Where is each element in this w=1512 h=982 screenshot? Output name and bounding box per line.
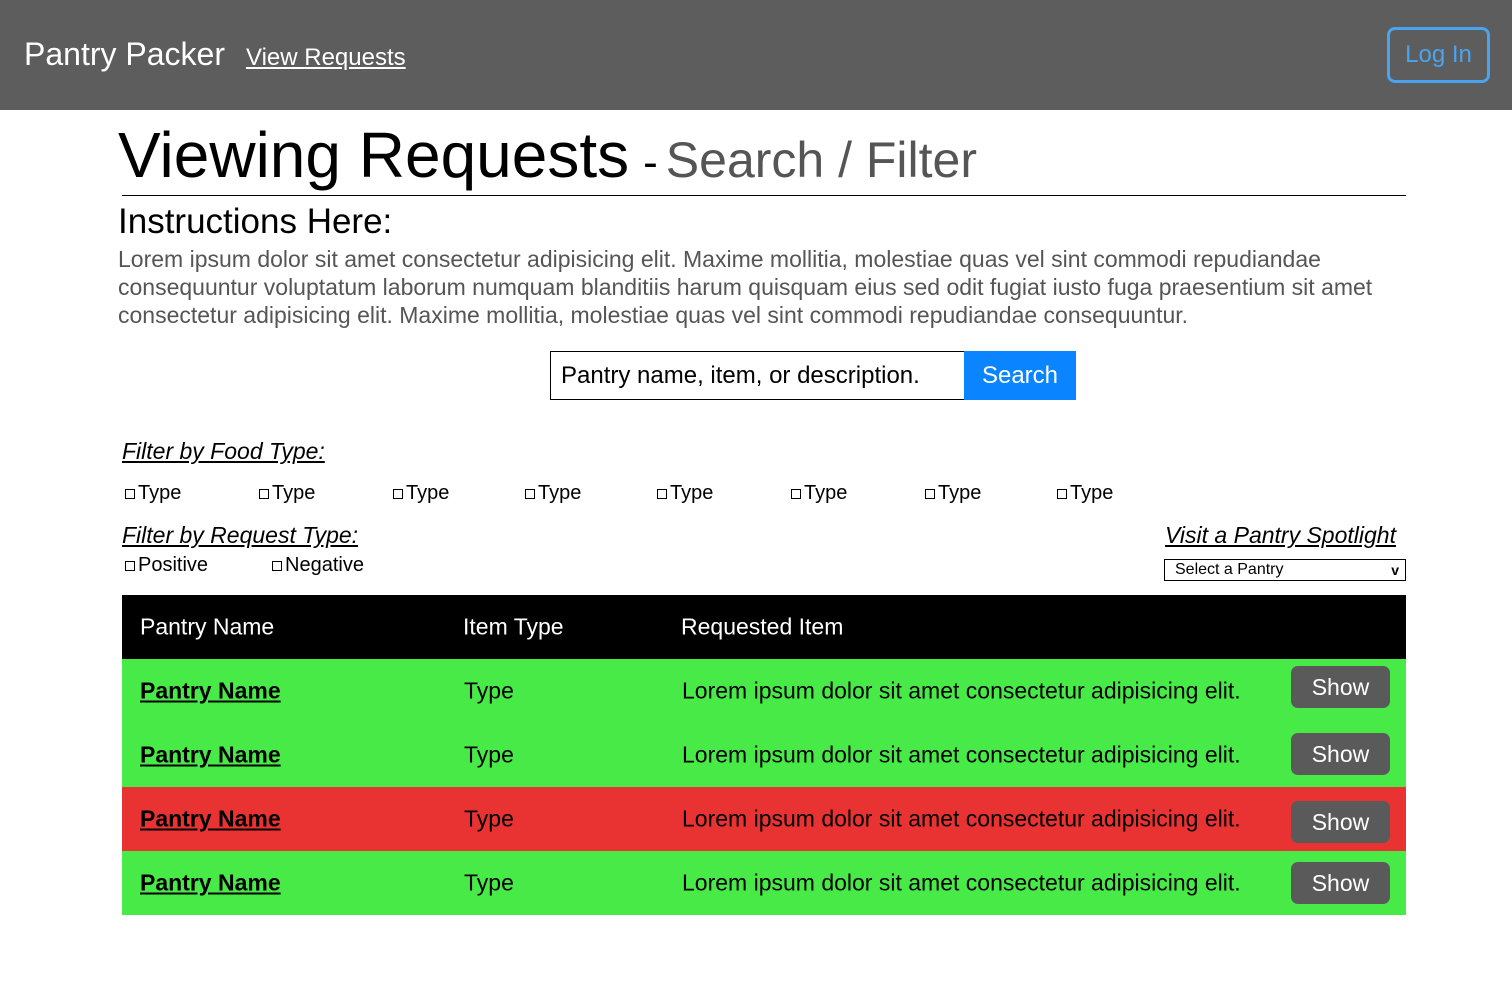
table-row: Pantry Name Type Lorem ipsum dolor sit ame… [122, 787, 1406, 851]
checkbox-box[interactable] [925, 488, 935, 499]
checkbox-label: Type [538, 482, 582, 504]
chevron-down-icon: v [1391, 562, 1399, 578]
pantry-name-link[interactable]: Pantry Name [140, 806, 281, 833]
checkbox-box[interactable] [125, 560, 135, 571]
show-button[interactable]: Show [1291, 801, 1390, 843]
nav-link-view-requests[interactable]: View Requests [246, 44, 406, 72]
show-button[interactable]: Show [1291, 862, 1390, 904]
checkbox-label: Type [272, 482, 316, 504]
requested-item-cell: Lorem ipsum dolor sit amet consectetur a… [682, 677, 1241, 704]
food-type-filter-label: Filter by Food Type: [122, 438, 325, 464]
checkbox-food-type[interactable]: Type [393, 482, 449, 505]
table-body: Pantry Name Type Lorem ipsum dolor sit ame… [122, 659, 1406, 915]
request-type-filter-label: Filter by Request Type: [122, 522, 359, 548]
search-input[interactable] [550, 351, 964, 400]
item-type-cell: Type [464, 741, 514, 768]
checkbox-food-type[interactable]: Type [925, 482, 981, 505]
pantry-name-link[interactable]: Pantry Name [140, 742, 281, 769]
login-button[interactable]: Log In [1387, 27, 1490, 83]
requested-item-cell: Lorem ipsum dolor sit amet consectetur a… [682, 741, 1241, 768]
column-header-item-type: Item Type [463, 613, 564, 640]
checkbox-food-type[interactable]: Type [525, 482, 581, 505]
column-header-pantry-name: Pantry Name [140, 613, 275, 640]
checkbox-box[interactable] [791, 488, 801, 499]
title-divider [122, 195, 1406, 196]
brand-title[interactable]: Pantry Packer [24, 36, 225, 73]
checkbox-label: Type [138, 482, 182, 504]
checkbox-box[interactable] [272, 560, 282, 571]
table-row: Pantry Name Type Lorem ipsum dolor sit ame… [122, 851, 1406, 915]
checkbox-box[interactable] [525, 488, 535, 499]
column-header-requested-item: Requested Item [681, 613, 844, 640]
checkbox-food-type[interactable]: Type [259, 482, 315, 505]
checkbox-box[interactable] [1057, 488, 1067, 499]
spotlight-label[interactable]: Visit a Pantry Spotlight [1165, 522, 1396, 549]
show-button[interactable]: Show [1291, 733, 1390, 775]
checkbox-label: Type [1070, 482, 1114, 504]
search-bar: Search [550, 351, 1076, 400]
checkbox-label: Negative [285, 554, 364, 576]
table-row: Pantry Name Type Lorem ipsum dolor sit ame… [122, 723, 1406, 787]
requested-item-cell: Lorem ipsum dolor sit amet consectetur a… [682, 805, 1241, 832]
page-title: Viewing Requests - Search / Filter [118, 118, 977, 192]
checkbox-food-type[interactable]: Type [791, 482, 847, 505]
checkbox-negative[interactable]: Negative [272, 554, 364, 577]
checkbox-food-type[interactable]: Type [657, 482, 713, 505]
checkbox-food-type[interactable]: Type [1057, 482, 1113, 505]
show-button[interactable]: Show [1291, 666, 1390, 708]
pantry-select-value: Select a Pantry [1175, 561, 1284, 578]
checkbox-box[interactable] [125, 488, 135, 499]
page-title-main: Viewing Requests [118, 119, 630, 191]
pantry-name-link[interactable]: Pantry Name [140, 870, 281, 897]
pantry-select[interactable]: Select a Pantry v [1164, 559, 1406, 581]
requests-table: Pantry Name Item Type Requested Item Pan… [122, 595, 1406, 915]
title-separator: - [643, 138, 658, 187]
search-button[interactable]: Search [964, 351, 1076, 400]
checkbox-label: Positive [138, 554, 209, 576]
instructions-body: Lorem ipsum dolor sit amet consectetur a… [118, 246, 1373, 328]
instructions-heading: Instructions Here: [118, 202, 393, 241]
item-type-cell: Type [464, 677, 514, 704]
pantry-name-link[interactable]: Pantry Name [140, 678, 281, 705]
checkbox-label: Type [670, 482, 714, 504]
checkbox-label: Type [804, 482, 848, 504]
page-subtitle: Search / Filter [665, 132, 977, 188]
checkbox-food-type[interactable]: Type [125, 482, 181, 505]
checkbox-box[interactable] [393, 488, 403, 499]
item-type-cell: Type [464, 869, 514, 896]
checkbox-label: Type [938, 482, 982, 504]
table-header: Pantry Name Item Type Requested Item [122, 595, 1406, 659]
checkbox-label: Type [406, 482, 450, 504]
checkbox-box[interactable] [657, 488, 667, 499]
table-row: Pantry Name Type Lorem ipsum dolor sit ame… [122, 659, 1406, 723]
requested-item-cell: Lorem ipsum dolor sit amet consectetur a… [682, 869, 1241, 896]
checkbox-box[interactable] [259, 488, 269, 499]
navbar: Pantry Packer View Requests Log In [0, 0, 1512, 110]
checkbox-positive[interactable]: Positive [125, 554, 208, 577]
item-type-cell: Type [464, 805, 514, 832]
